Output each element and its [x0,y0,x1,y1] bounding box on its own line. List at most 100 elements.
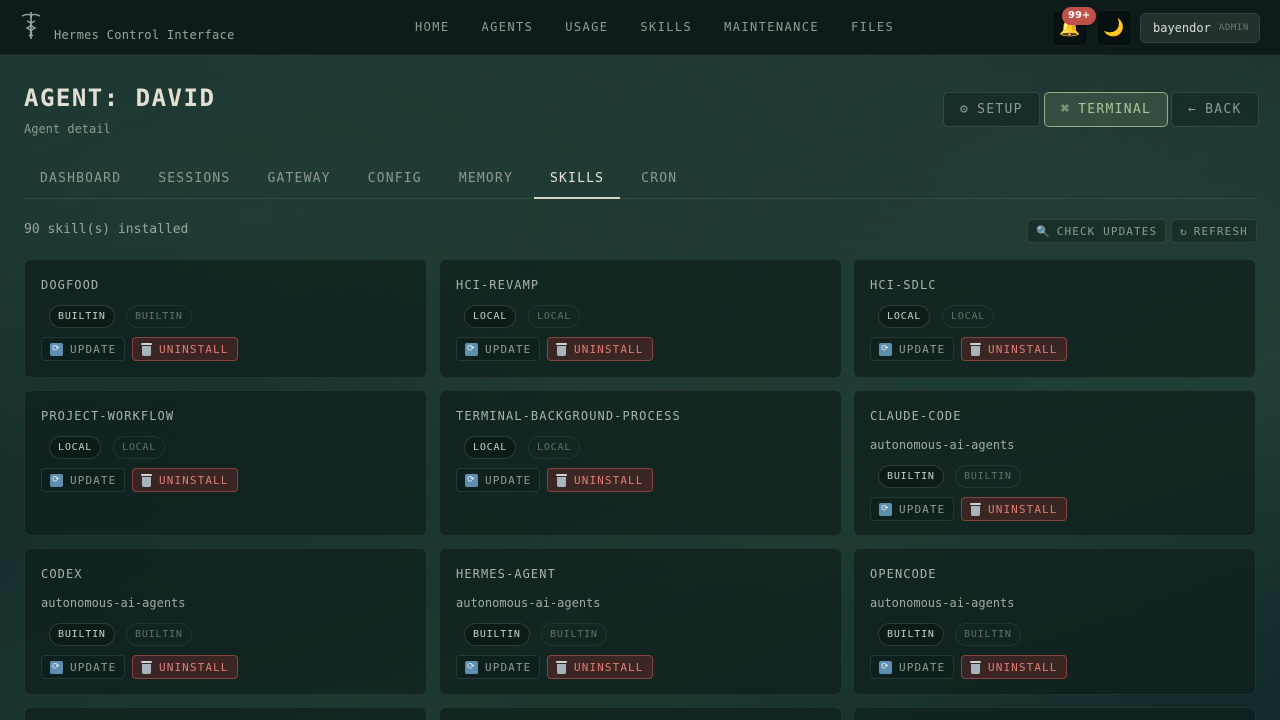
username: bayendor [1153,21,1211,35]
back-label: BACK [1205,102,1242,117]
tab-memory[interactable]: MEMORY [443,160,529,199]
nav-home[interactable]: HOME [415,20,450,34]
skill-name: CLAUDE-CODE [870,409,962,423]
update-label: UPDATE [70,473,117,487]
terminal-button[interactable]: ⌘ TERMINAL [1044,92,1169,127]
source-badge: LOCAL [464,436,517,459]
source-tag: BUILTIN [126,305,192,328]
uninstall-button[interactable]: UNINSTALL [547,468,653,492]
nav-agents[interactable]: AGENTS [482,20,534,34]
source-badge: BUILTIN [49,305,115,328]
uninstall-label: UNINSTALL [159,342,229,356]
moon-icon: 🌙 [1103,18,1125,38]
notification-count-badge: 99+ [1062,7,1097,25]
check-updates-button[interactable]: 🔍 CHECK UPDATES [1027,219,1167,243]
skill-card: CODEX autonomous-ai-agents BUILTIN BUILTIN ⟳… [24,548,427,695]
update-button[interactable]: ⟳ UPDATE [41,655,126,679]
top-bar: Hermes Control Interface HOME AGENTS USA… [0,0,1280,55]
skill-name: OPENCODE [870,567,937,581]
theme-toggle-button[interactable]: 🌙 [1096,10,1132,46]
nav-usage[interactable]: USAGE [565,20,608,34]
uninstall-button[interactable]: UNINSTALL [961,655,1067,679]
source-tag: BUILTIN [541,623,607,646]
skill-category: autonomous-ai-agents [870,596,1015,610]
trash-icon [970,342,981,356]
trash-icon [556,473,567,487]
skill-name: HCI-SDLC [870,278,937,292]
uninstall-label: UNINSTALL [574,473,644,487]
terminal-label: TERMINAL [1078,102,1152,117]
uninstall-button[interactable]: UNINSTALL [961,337,1067,361]
user-role-badge: ADMIN [1218,23,1249,33]
uninstall-button[interactable]: UNINSTALL [132,468,238,492]
skill-card: HCI-REVAMP LOCAL LOCAL ⟳ UPDATE UNINSTALL [439,259,842,378]
tab-config[interactable]: CONFIG [352,160,438,199]
update-icon: ⟳ [465,473,478,487]
uninstall-button[interactable]: UNINSTALL [547,337,653,361]
update-label: UPDATE [70,660,117,674]
uninstall-button[interactable]: UNINSTALL [132,655,238,679]
tab-sessions[interactable]: SESSIONS [142,160,246,199]
user-menu[interactable]: bayendor ADMIN [1140,13,1260,43]
uninstall-button[interactable]: UNINSTALL [132,337,238,361]
uninstall-label: UNINSTALL [988,660,1058,674]
nav-skills[interactable]: SKILLS [640,20,692,34]
skill-category: autonomous-ai-agents [456,596,601,610]
update-button[interactable]: ⟳ UPDATE [870,337,955,361]
update-button[interactable]: ⟳ UPDATE [41,468,126,492]
source-badge: LOCAL [878,305,931,328]
uninstall-label: UNINSTALL [988,342,1058,356]
source-tag: LOCAL [113,436,166,459]
update-label: UPDATE [899,660,946,674]
source-tag: BUILTIN [955,623,1021,646]
source-badge: BUILTIN [878,465,944,488]
tab-gateway[interactable]: GATEWAY [251,160,346,199]
skill-name: CODEX [41,567,83,581]
magnifier-icon: 🔍 [1036,224,1051,238]
source-tag: LOCAL [528,305,581,328]
nav-maintenance[interactable]: MAINTENANCE [724,20,819,34]
skill-card: PROJECT-WORKFLOW LOCAL LOCAL ⟳ UPDATE UNINSTA… [24,390,427,536]
skill-card: TERMINAL-BACKGROUND-PROCESS LOCAL LOCAL ⟳ UP… [439,390,842,536]
refresh-button[interactable]: ↻ REFRESH [1171,219,1257,243]
skill-card: HERMES-AGENT autonomous-ai-agents BUILTIN B… [439,548,842,695]
check-updates-label: CHECK UPDATES [1056,224,1158,238]
update-button[interactable]: ⟳ UPDATE [870,655,955,679]
setup-button[interactable]: ⚙ SETUP [943,92,1040,127]
skills-count: 90 skill(s) installed [24,222,189,237]
update-label: UPDATE [485,473,532,487]
tab-dashboard[interactable]: DASHBOARD [24,160,137,199]
refresh-label: REFRESH [1193,224,1248,238]
agent-tabs: DASHBOARD SESSIONS GATEWAY CONFIG MEMORY… [24,160,1256,199]
update-icon: ⟳ [465,342,478,356]
skill-category: autonomous-ai-agents [870,438,1015,452]
back-button[interactable]: ← BACK [1171,92,1259,127]
trash-icon [970,502,981,516]
skill-name: HERMES-AGENT [456,567,556,581]
update-label: UPDATE [485,660,532,674]
source-badge: BUILTIN [464,623,530,646]
source-badge: BUILTIN [878,623,944,646]
update-button[interactable]: ⟳ UPDATE [456,468,541,492]
skill-card [853,707,1256,720]
uninstall-button[interactable]: UNINSTALL [961,497,1067,521]
skill-card: OPENCODE autonomous-ai-agents BUILTIN BUILT… [853,548,1256,695]
update-button[interactable]: ⟳ UPDATE [870,497,955,521]
tab-cron[interactable]: CRON [625,160,693,199]
trash-icon [141,473,152,487]
source-badge: LOCAL [49,436,102,459]
nav-files[interactable]: FILES [851,20,894,34]
update-button[interactable]: ⟳ UPDATE [456,337,541,361]
tab-skills[interactable]: SKILLS [534,160,621,199]
skill-name: HCI-REVAMP [456,278,540,292]
update-button[interactable]: ⟳ UPDATE [456,655,541,679]
uninstall-label: UNINSTALL [574,342,644,356]
source-tag: LOCAL [942,305,995,328]
skill-card: HCI-SDLC LOCAL LOCAL ⟳ UPDATE UNINSTALL [853,259,1256,378]
update-icon: ⟳ [50,660,63,674]
caduceus-logo-icon[interactable] [18,10,44,40]
uninstall-button[interactable]: UNINSTALL [547,655,653,679]
update-button[interactable]: ⟳ UPDATE [41,337,126,361]
arrow-left-icon: ← [1188,102,1198,117]
source-badge: BUILTIN [49,623,115,646]
